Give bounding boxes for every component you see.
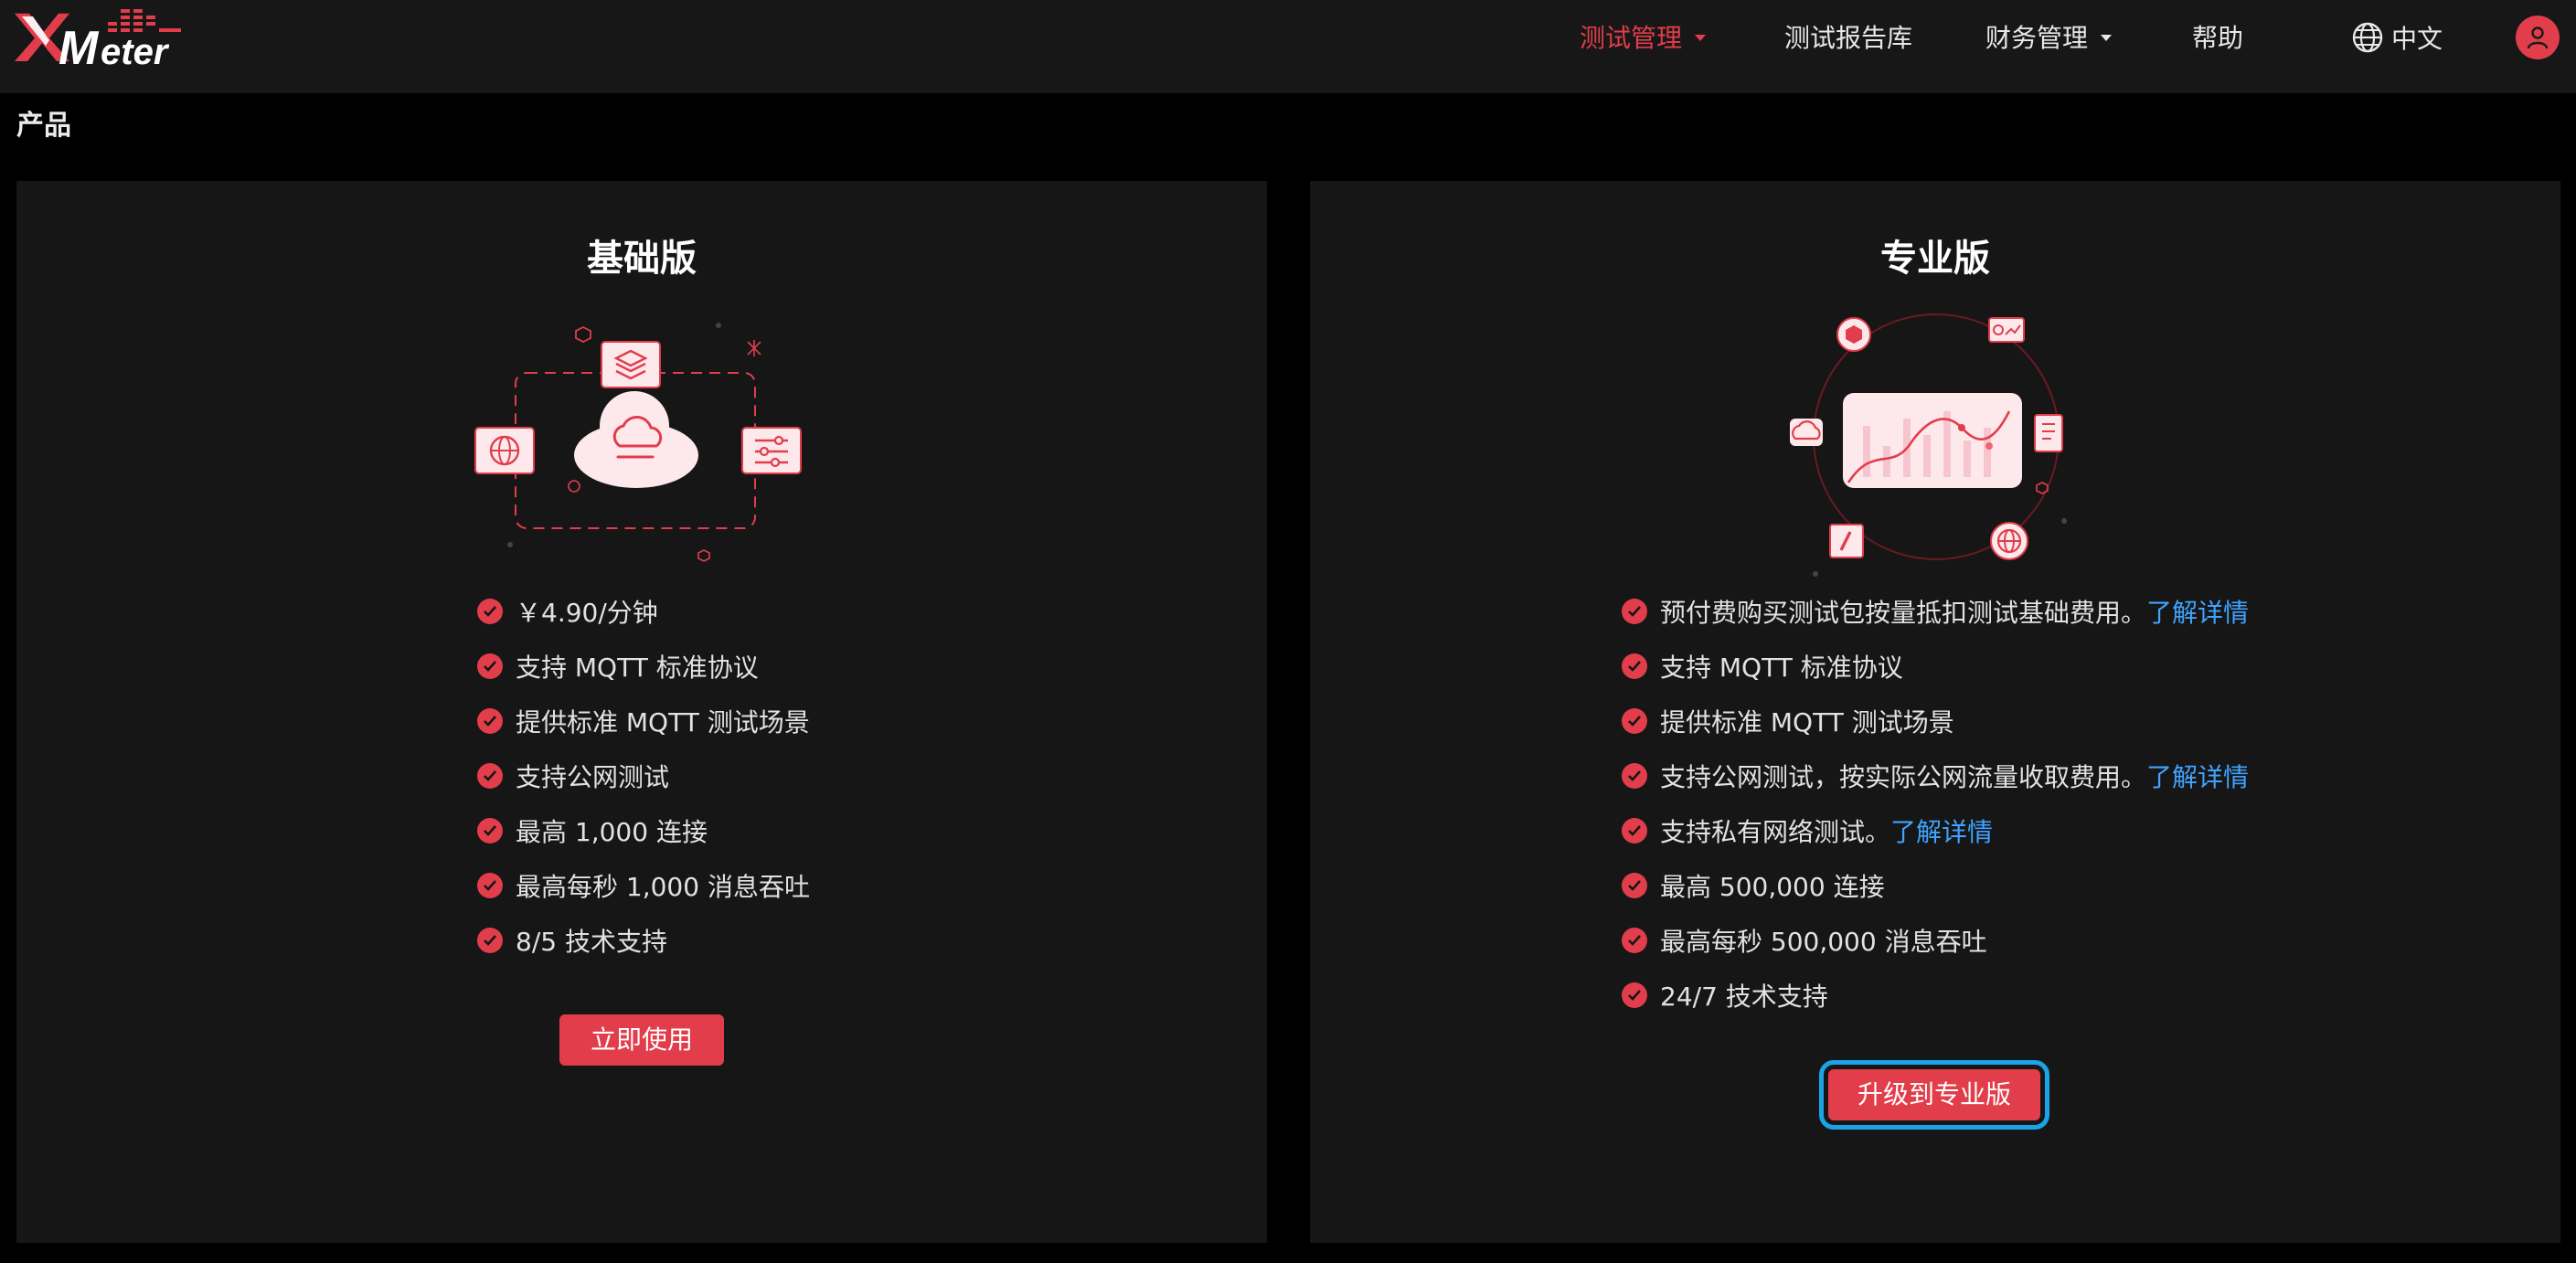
upgrade-to-pro-button[interactable]: 升级到专业版 xyxy=(1819,1060,2049,1130)
feature-item: 最高每秒 500,000 消息吞吐 xyxy=(1622,913,2249,968)
pro-plan-card: 专业版 预付费购买测试包按量抵扣测试基础费用。 了解详情 支持 MQTT 标准协议 xyxy=(1310,181,2560,1243)
check-circle-icon xyxy=(1622,653,1647,679)
check-circle-icon xyxy=(1622,763,1647,789)
basic-plan-title: 基础版 xyxy=(587,238,697,280)
feature-text: 支持公网测试 xyxy=(516,762,670,792)
pro-plan-title: 专业版 xyxy=(1880,238,1990,280)
check-circle-icon xyxy=(1622,873,1647,898)
basic-plan-card: 基础版 ￥4.90/分钟 支持 MQTT 标准协议 提供标准 MQTT 测试场景 xyxy=(16,181,1267,1243)
learn-more-link[interactable]: 了解详情 xyxy=(2146,758,2249,794)
check-circle-icon xyxy=(477,653,503,679)
feature-item: ￥4.90/分钟 xyxy=(477,584,810,639)
language-switcher[interactable]: 中文 xyxy=(2351,16,2443,58)
nav-test-report-library[interactable]: 测试报告库 xyxy=(1784,20,1912,57)
feature-item: 支持公网测试 xyxy=(477,748,810,803)
feature-item: 支持 MQTT 标准协议 xyxy=(1622,639,2249,694)
feature-item: 支持 MQTT 标准协议 xyxy=(477,639,810,694)
feature-text: 最高 500,000 连接 xyxy=(1660,872,1885,902)
feature-text: 8/5 技术支持 xyxy=(516,927,667,957)
check-circle-icon xyxy=(477,873,503,898)
nav-help[interactable]: 帮助 xyxy=(2192,20,2243,57)
nav-help-label: 帮助 xyxy=(2192,23,2244,53)
feature-text: 最高每秒 500,000 消息吞吐 xyxy=(1660,927,1987,957)
pro-feature-list: 预付费购买测试包按量抵扣测试基础费用。 了解详情 支持 MQTT 标准协议 提供标… xyxy=(1622,584,2249,1023)
feature-item: 24/7 技术支持 xyxy=(1622,968,2249,1023)
feature-text: 最高 1,000 连接 xyxy=(516,817,708,847)
check-circle-icon xyxy=(477,763,503,789)
feature-item: 支持公网测试，按实际公网流量收取费用。 了解详情 xyxy=(1622,748,2249,803)
analytics-dashboard-illustration xyxy=(1790,313,2067,577)
learn-more-link[interactable]: 了解详情 xyxy=(2146,593,2249,630)
check-circle-icon xyxy=(1622,818,1647,844)
check-circle-icon xyxy=(477,599,503,624)
nav-test-report-library-label: 测试报告库 xyxy=(1784,23,1913,53)
use-now-button[interactable]: 立即使用 xyxy=(559,1014,724,1066)
nav-test-management-label: 测试管理 xyxy=(1580,23,1683,53)
feature-item: 最高每秒 1,000 消息吞吐 xyxy=(477,858,810,913)
cloud-services-illustration xyxy=(474,323,802,562)
check-circle-icon xyxy=(1622,982,1647,1008)
nav-finance-management-label: 财务管理 xyxy=(1985,23,2089,53)
page-title: 产品 xyxy=(16,110,71,142)
feature-text: 预付费购买测试包按量抵扣测试基础费用。 xyxy=(1660,598,2147,628)
feature-text: 提供标准 MQTT 测试场景 xyxy=(1660,707,1954,738)
feature-text: 提供标准 MQTT 测试场景 xyxy=(516,707,810,738)
feature-item: 最高 500,000 连接 xyxy=(1622,858,2249,913)
user-avatar-icon xyxy=(2527,27,2549,49)
svg-text:M: M xyxy=(59,22,100,68)
feature-text: 支持公网测试，按实际公网流量收取费用。 xyxy=(1660,762,2147,792)
language-label: 中文 xyxy=(2391,24,2443,54)
chevron-down-icon xyxy=(2101,34,2113,41)
feature-item: 8/5 技术支持 xyxy=(477,913,810,968)
check-circle-icon xyxy=(1622,708,1647,734)
check-circle-icon xyxy=(477,818,503,844)
feature-text: 24/7 技术支持 xyxy=(1660,982,1828,1012)
top-navigation-bar: M eter 测试管理 测试报告库 财务管理 帮助 中文 xyxy=(0,0,2576,93)
check-circle-icon xyxy=(477,708,503,734)
feature-text: 支持 MQTT 标准协议 xyxy=(516,653,759,683)
feature-item: 提供标准 MQTT 测试场景 xyxy=(1622,694,2249,748)
nav-test-management[interactable]: 测试管理 xyxy=(1580,20,1707,57)
svg-text:eter: eter xyxy=(101,32,170,68)
xmeter-logo[interactable]: M eter xyxy=(13,7,186,68)
feature-item: 最高 1,000 连接 xyxy=(477,803,810,858)
globe-icon xyxy=(2352,22,2383,53)
chevron-down-icon xyxy=(1695,34,1707,41)
feature-item: 支持私有网络测试。 了解详情 xyxy=(1622,803,2249,858)
basic-feature-list: ￥4.90/分钟 支持 MQTT 标准协议 提供标准 MQTT 测试场景 支持公… xyxy=(477,584,810,968)
feature-item: 预付费购买测试包按量抵扣测试基础费用。 了解详情 xyxy=(1622,584,2249,639)
feature-text: 支持私有网络测试。 xyxy=(1660,817,1891,847)
feature-text: ￥4.90/分钟 xyxy=(516,598,658,628)
feature-text: 最高每秒 1,000 消息吞吐 xyxy=(516,872,810,902)
feature-item: 提供标准 MQTT 测试场景 xyxy=(477,694,810,748)
feature-text: 支持 MQTT 标准协议 xyxy=(1660,653,1903,683)
check-circle-icon xyxy=(477,928,503,953)
check-circle-icon xyxy=(1622,599,1647,624)
learn-more-link[interactable]: 了解详情 xyxy=(1890,812,1993,849)
user-avatar[interactable] xyxy=(2516,16,2560,59)
nav-finance-management[interactable]: 财务管理 xyxy=(1985,20,2113,57)
check-circle-icon xyxy=(1622,928,1647,953)
